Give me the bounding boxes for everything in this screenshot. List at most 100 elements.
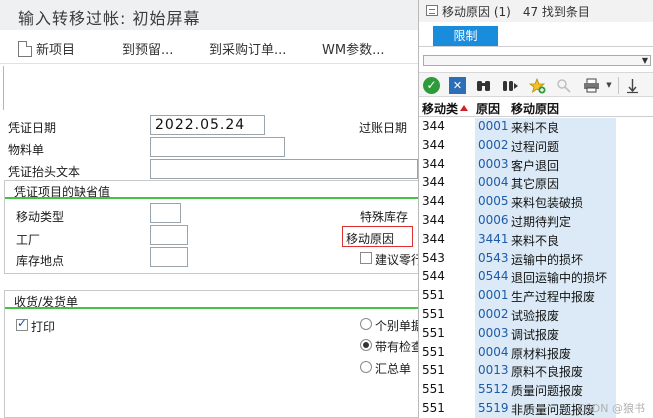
storage-location-label: 库存地点 bbox=[16, 254, 65, 268]
new-item-label: 新项目 bbox=[36, 43, 76, 58]
storage-location-field[interactable] bbox=[150, 247, 188, 267]
suggest-zero-checkbox[interactable] bbox=[360, 252, 372, 264]
cell-movement-type: 551 bbox=[422, 363, 445, 378]
table-row[interactable]: 551 0013 原料不良报废 bbox=[419, 362, 653, 381]
cell-reason-text: 退回运输中的损坏 bbox=[511, 271, 608, 286]
cell-reason-text: 其它原因 bbox=[511, 177, 560, 192]
table-row[interactable]: 551 0004 原材料报废 bbox=[419, 344, 653, 363]
with-check-radio[interactable] bbox=[360, 339, 372, 351]
column-header-reason-text[interactable]: 移动原因 bbox=[511, 100, 559, 117]
new-item-button[interactable]: 新项目 bbox=[18, 39, 75, 58]
table-header: 移动类 原因 移动原因 bbox=[419, 98, 653, 117]
gr-gi-group-divider bbox=[5, 307, 423, 309]
cell-reason: 0001 bbox=[478, 288, 509, 303]
table-row[interactable]: 344 0002 过程问题 bbox=[419, 137, 653, 156]
table-row[interactable]: 344 0005 来料包装破损 bbox=[419, 193, 653, 212]
table-row[interactable]: 344 0004 其它原因 bbox=[419, 174, 653, 193]
value-help-popup: 移动原因 (1) 47 找到条目 限制 ▼ ✓ ✕ ▼ 移动类 原因 移动原因 … bbox=[418, 0, 653, 418]
column-header-movement-type[interactable]: 移动类 bbox=[422, 100, 469, 117]
cell-movement-type: 344 bbox=[422, 194, 445, 209]
window-title: 输入转移过帐: 初始屏幕 bbox=[18, 9, 201, 28]
cell-movement-type: 551 bbox=[422, 307, 445, 321]
doc-date-label: 凭证日期 bbox=[8, 121, 57, 135]
find-next-icon[interactable] bbox=[502, 77, 519, 94]
sort-icon[interactable] bbox=[624, 77, 641, 94]
cell-reason-text: 来料不良 bbox=[511, 233, 560, 248]
doc-header-text-label: 凭证抬头文本 bbox=[8, 165, 81, 179]
tab-restrict[interactable]: 限制 bbox=[433, 26, 498, 46]
cell-reason: 0001 bbox=[478, 119, 509, 133]
binoculars-icon[interactable] bbox=[475, 77, 492, 94]
new-document-icon bbox=[18, 41, 32, 57]
print-dropdown-icon[interactable]: ▼ bbox=[605, 77, 613, 94]
doc-header-text-field[interactable] bbox=[150, 159, 418, 179]
cell-reason: 0543 bbox=[478, 250, 509, 265]
cell-movement-type: 344 bbox=[422, 156, 445, 171]
cell-reason-text: 客户退回 bbox=[511, 158, 560, 173]
cancel-icon[interactable]: ✕ bbox=[449, 77, 466, 94]
movement-type-field[interactable] bbox=[150, 203, 181, 223]
cell-reason: 5512 bbox=[478, 382, 509, 397]
cell-reason: 3441 bbox=[478, 231, 509, 246]
table-row[interactable]: 551 5512 质量问题报废 bbox=[419, 381, 653, 400]
cell-reason-text: 原材料报废 bbox=[511, 346, 572, 361]
cell-reason-text: 运输中的损坏 bbox=[511, 252, 584, 267]
wm-params-button[interactable]: WM参数... bbox=[322, 39, 384, 58]
cell-reason: 0003 bbox=[478, 325, 509, 340]
collective-slip-radio[interactable] bbox=[360, 361, 372, 373]
cell-reason: 0004 bbox=[478, 175, 509, 190]
table-row[interactable]: 551 0001 生产过程中报废 bbox=[419, 287, 653, 306]
plant-field[interactable] bbox=[150, 225, 188, 245]
individual-slip-radio[interactable] bbox=[360, 318, 372, 330]
window-icon bbox=[426, 5, 438, 16]
table-row[interactable]: 344 0003 客户退回 bbox=[419, 156, 653, 175]
table-row[interactable]: 551 0003 调试报废 bbox=[419, 325, 653, 344]
table-row[interactable]: 544 0544 退回运输中的损坏 bbox=[419, 268, 653, 287]
cell-reason: 0003 bbox=[478, 156, 509, 171]
cell-reason: 0006 bbox=[478, 213, 509, 227]
column-header-reason[interactable]: 原因 bbox=[476, 100, 500, 117]
cell-reason-text: 调试报废 bbox=[511, 327, 560, 342]
hit-count: 47 找到条目 bbox=[522, 5, 590, 19]
restriction-collapse-strip[interactable]: ▼ bbox=[423, 55, 651, 66]
cell-movement-type: 344 bbox=[422, 137, 445, 152]
check-icon[interactable]: ✓ bbox=[423, 77, 440, 94]
table-row[interactable]: 344 0006 过期待判定 bbox=[419, 212, 653, 231]
column-header-movement-type-label: 移动类 bbox=[422, 102, 459, 116]
cell-movement-type: 543 bbox=[422, 250, 445, 265]
watermark: CSDN @狼书 bbox=[577, 402, 645, 415]
individual-slip-label: 个别单据 bbox=[375, 319, 424, 333]
cell-reason-text: 生产过程中报废 bbox=[511, 290, 596, 305]
print-checkbox[interactable] bbox=[16, 316, 28, 331]
table-row[interactable]: 551 0002 试验报废 bbox=[419, 306, 653, 325]
add-favorite-icon[interactable] bbox=[528, 77, 546, 94]
results-table: 344 0001 来料不良 344 0002 过程问题 344 0003 客户退回 344 0004… bbox=[419, 118, 653, 418]
cell-movement-type: 551 bbox=[422, 382, 445, 397]
cell-reason-text: 过程问题 bbox=[511, 139, 560, 154]
popup-title: 移动原因 (1) bbox=[442, 5, 511, 19]
table-row[interactable]: 344 3441 来料不良 bbox=[419, 231, 653, 250]
delete-favorite-icon[interactable] bbox=[555, 77, 572, 94]
cell-reason: 0004 bbox=[478, 344, 509, 359]
cell-reason-text: 试验报废 bbox=[511, 309, 560, 323]
popup-title-wrap: 移动原因 (1) 47 找到条目 bbox=[442, 3, 590, 20]
cell-movement-type: 344 bbox=[422, 213, 445, 227]
cell-reason-text: 来料包装破损 bbox=[511, 196, 584, 211]
to-reservation-button[interactable]: 到预留... bbox=[122, 39, 173, 58]
plant-label: 工厂 bbox=[16, 233, 41, 247]
table-row[interactable]: 344 0001 来料不良 bbox=[419, 118, 653, 137]
cell-movement-type: 551 bbox=[422, 401, 445, 415]
to-purchase-order-button[interactable]: 到采购订单... bbox=[209, 39, 286, 58]
print-label: 打印 bbox=[31, 320, 56, 334]
material-doc-field[interactable] bbox=[150, 137, 285, 157]
table-row[interactable]: 543 0543 运输中的损坏 bbox=[419, 250, 653, 269]
cell-movement-type: 551 bbox=[422, 344, 445, 359]
defaults-group-divider bbox=[5, 197, 423, 199]
collapse-arrow-icon[interactable]: ▼ bbox=[642, 56, 648, 65]
material-doc-label: 物料单 bbox=[8, 143, 45, 157]
doc-date-field[interactable]: 2022.05.24 bbox=[150, 115, 265, 135]
print-icon[interactable] bbox=[581, 77, 603, 94]
cell-reason: 5519 bbox=[478, 401, 509, 415]
cell-movement-type: 344 bbox=[422, 231, 445, 246]
cell-movement-type: 344 bbox=[422, 119, 445, 133]
